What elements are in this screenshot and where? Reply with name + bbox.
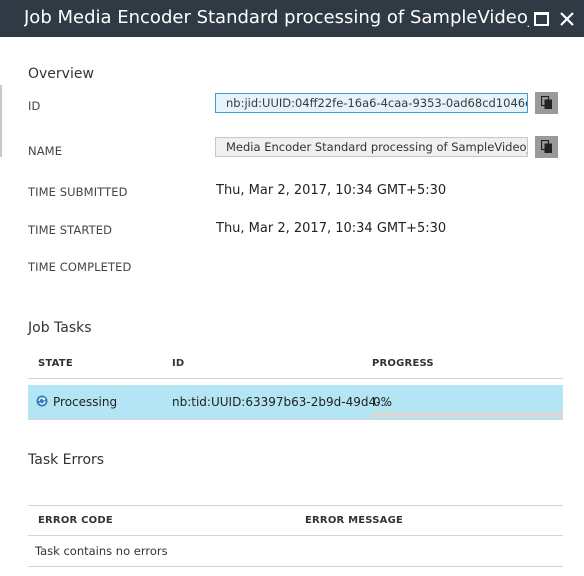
blade-edge [0,37,4,576]
time-submitted-label: TIME SUBMITTED [28,185,128,199]
processing-icon [36,395,48,407]
name-label: NAME [28,144,63,158]
maximize-icon [533,12,549,26]
job-name-field[interactable]: Media Encoder Standard processing of Sam… [215,137,528,157]
table-divider [28,419,563,420]
maximize-button[interactable] [531,9,551,29]
no-errors-message: Task contains no errors [35,544,168,558]
close-button[interactable] [557,9,577,29]
task-progress-bar [371,412,563,417]
time-started-value: Thu, Mar 2, 2017, 10:34 GMT+5:30 [216,221,447,236]
task-progress-text: 0% [373,395,393,409]
column-header-error-message[interactable]: ERROR MESSAGE [305,515,403,526]
close-icon [560,12,574,26]
table-divider [28,566,563,567]
copy-name-button[interactable] [535,136,558,158]
copy-id-button[interactable] [535,92,558,114]
task-state: Processing [53,395,118,409]
time-started-label: TIME STARTED [28,223,113,237]
table-row[interactable]: Processing nb:tid:UUID:63397b63-2b9d-49d… [28,385,563,419]
job-tasks-heading: Job Tasks [28,320,92,336]
blade-edge-marker [0,85,2,157]
column-header-state[interactable]: STATE [38,358,73,369]
column-header-progress[interactable]: PROGRESS [372,358,434,369]
overview-heading: Overview [28,66,94,82]
window-title: Job Media Encoder Standard processing of… [24,7,529,28]
time-submitted-value: Thu, Mar 2, 2017, 10:34 GMT+5:30 [216,183,447,198]
job-id-field[interactable]: nb:jid:UUID:04ff22fe-16a6-4caa-9353-0ad6… [215,93,528,113]
task-id: nb:tid:UUID:63397b63-2b9d-49d4-.. [172,395,389,409]
copy-icon [540,96,552,109]
column-header-id[interactable]: ID [172,358,184,369]
table-divider [28,378,563,379]
column-header-error-code[interactable]: ERROR CODE [38,515,113,526]
table-divider [28,535,563,536]
copy-icon [540,140,552,153]
id-label: ID [28,99,41,113]
table-divider [28,505,563,506]
time-completed-label: TIME COMPLETED [28,260,132,274]
task-errors-heading: Task Errors [28,452,105,468]
title-bar: Job Media Encoder Standard processing of… [0,0,584,37]
